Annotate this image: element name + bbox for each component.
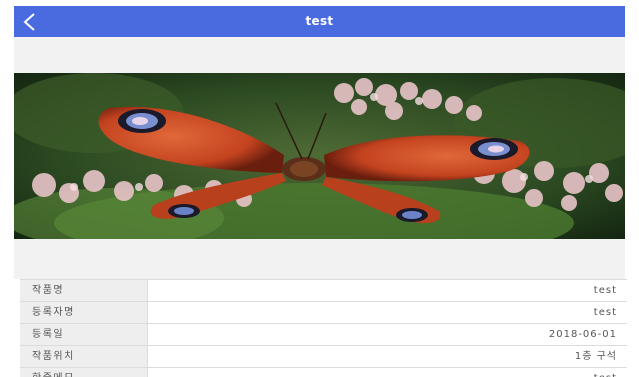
detail-label: 작품위치 [20,346,147,367]
detail-value: 1층 구석 [147,346,627,367]
detail-value: test [147,302,627,323]
artwork-image[interactable] [14,73,625,239]
screen: test 작품명 test 등록자명 test 등록일 2018-06-01 작… [0,0,639,377]
detail-value: test [147,280,627,301]
detail-row-date: 등록일 2018-06-01 [20,324,627,346]
app-header: test [14,6,625,37]
detail-row-memo: 한줄메모 test [20,368,627,377]
artwork-details-table: 작품명 test 등록자명 test 등록일 2018-06-01 작품위치 1… [20,279,627,377]
detail-value: test [147,368,627,377]
header-spacer [14,37,625,73]
detail-row-registrant: 등록자명 test [20,302,627,324]
detail-label: 한줄메모 [20,368,147,377]
butterfly-photo [14,73,625,239]
detail-value: 2018-06-01 [147,324,627,345]
content-spacer [14,239,625,279]
detail-label: 등록일 [20,324,147,345]
detail-label: 등록자명 [20,302,147,323]
detail-row-location: 작품위치 1층 구석 [20,346,627,368]
detail-label: 작품명 [20,280,147,301]
detail-row-title: 작품명 test [20,280,627,302]
page-title: test [305,14,334,28]
